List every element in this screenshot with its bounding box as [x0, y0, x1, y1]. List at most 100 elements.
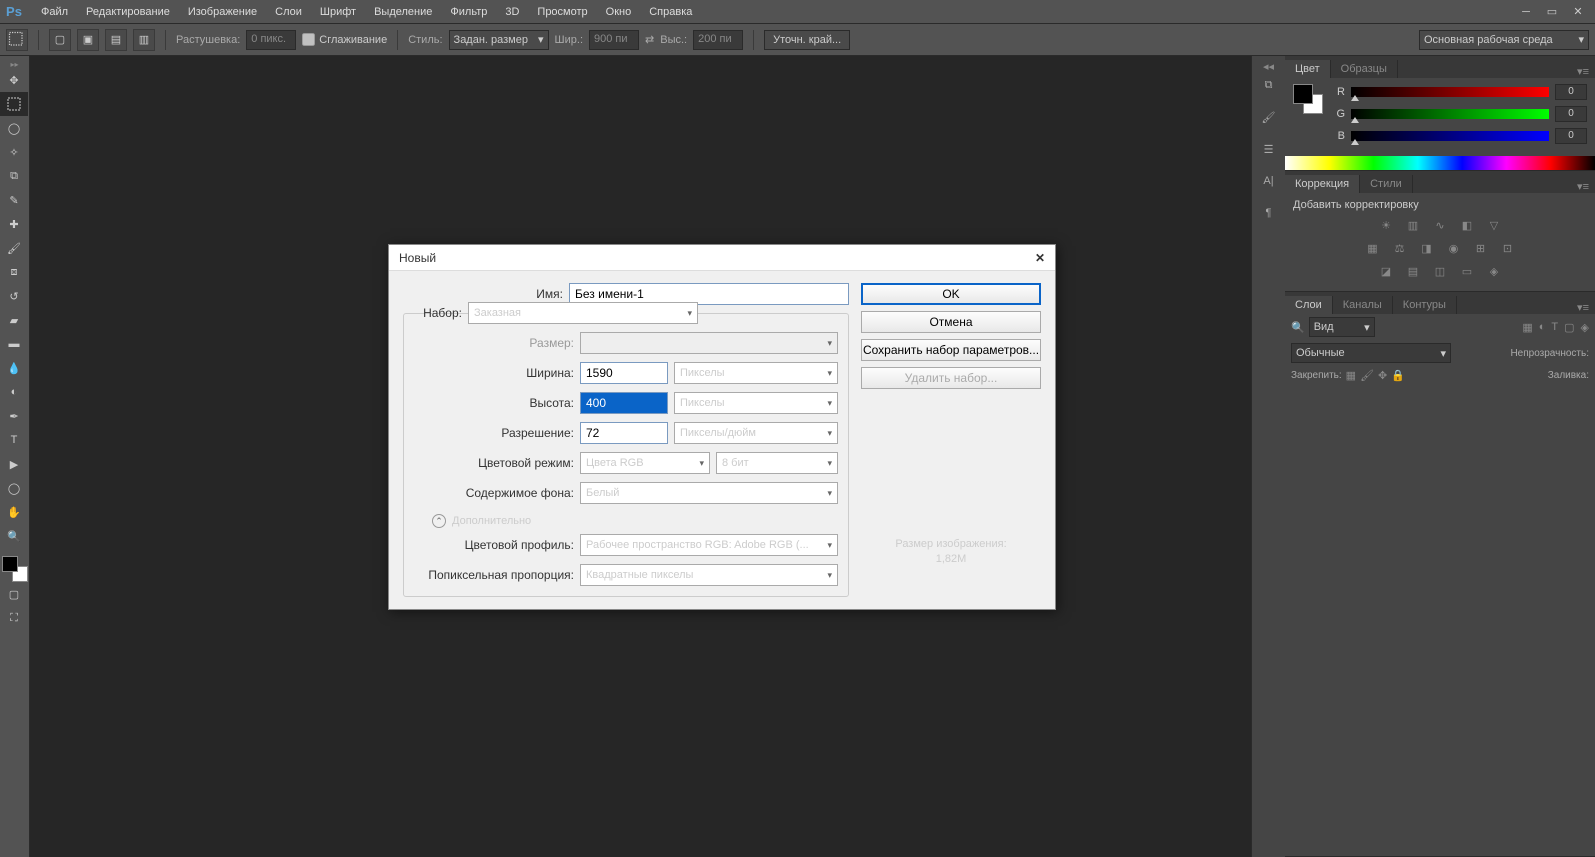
menu-3d[interactable]: 3D: [496, 0, 528, 23]
filter-kind-select[interactable]: Вид▾: [1309, 317, 1375, 337]
preset-select[interactable]: Заказная▾: [468, 302, 698, 324]
resolution-unit-select[interactable]: Пикселы/дюйм▾: [674, 422, 838, 444]
exposure-icon[interactable]: ◧: [1457, 216, 1477, 234]
menu-file[interactable]: Файл: [32, 0, 77, 23]
tab-adjustments[interactable]: Коррекция: [1285, 175, 1360, 193]
quickmask-icon[interactable]: ▢: [0, 582, 28, 606]
channel-mixer-icon[interactable]: ⊞: [1471, 239, 1491, 257]
history-panel-icon[interactable]: ⧉: [1254, 72, 1284, 98]
zoom-tool-icon[interactable]: 🔍: [0, 524, 28, 548]
threshold-icon[interactable]: ◫: [1430, 262, 1450, 280]
minimize-icon[interactable]: ─: [1513, 3, 1539, 21]
path-select-tool-icon[interactable]: ▶: [0, 452, 28, 476]
brushes-panel-icon[interactable]: 🖌: [1254, 104, 1284, 130]
blend-mode-select[interactable]: Обычные▾: [1291, 343, 1451, 363]
add-selection-icon[interactable]: ▣: [77, 29, 99, 51]
photo-filter-icon[interactable]: ◉: [1444, 239, 1464, 257]
tab-color[interactable]: Цвет: [1285, 60, 1331, 78]
posterize-icon[interactable]: ▤: [1403, 262, 1423, 280]
hand-tool-icon[interactable]: ✋: [0, 500, 28, 524]
panel-menu-icon[interactable]: ▾≡: [1571, 180, 1595, 193]
invert-icon[interactable]: ◪: [1376, 262, 1396, 280]
save-preset-button[interactable]: Сохранить набор параметров...: [861, 339, 1041, 361]
crop-tool-icon[interactable]: ⧉: [0, 164, 28, 188]
filter-pixel-icon[interactable]: ▦: [1522, 321, 1532, 334]
stamp-tool-icon[interactable]: ⧈: [0, 260, 28, 284]
advanced-toggle[interactable]: ⌃ Дополнительно: [432, 514, 838, 528]
resolution-input[interactable]: [580, 422, 668, 444]
refine-edge-button[interactable]: Уточн. край...: [764, 30, 850, 50]
lasso-tool-icon[interactable]: ◯: [0, 116, 28, 140]
blur-tool-icon[interactable]: 💧: [0, 356, 28, 380]
height-unit-select[interactable]: Пикселы▾: [674, 392, 838, 414]
color-mode-select[interactable]: Цвета RGB▾: [580, 452, 710, 474]
menu-view[interactable]: Просмотр: [528, 0, 596, 23]
blackwhite-icon[interactable]: ◨: [1417, 239, 1437, 257]
lock-position-icon[interactable]: ✥: [1378, 369, 1387, 382]
dialog-close-icon[interactable]: ✕: [1035, 251, 1045, 265]
mini-swatches[interactable]: [1293, 84, 1323, 114]
move-tool-icon[interactable]: ✥: [0, 68, 28, 92]
pixel-aspect-select[interactable]: Квадратные пикселы▾: [580, 564, 838, 586]
drag-handle-icon[interactable]: ▸▸: [0, 60, 29, 68]
tab-styles[interactable]: Стили: [1360, 175, 1413, 193]
color-profile-select[interactable]: Рабочее пространство RGB: Adobe RGB (...…: [580, 534, 838, 556]
shape-tool-icon[interactable]: ◯: [0, 476, 28, 500]
menu-help[interactable]: Справка: [640, 0, 701, 23]
curves-icon[interactable]: ∿: [1430, 216, 1450, 234]
filter-adj-icon[interactable]: ◐: [1539, 321, 1546, 334]
menu-edit[interactable]: Редактирование: [77, 0, 179, 23]
height-input[interactable]: [580, 392, 668, 414]
new-selection-icon[interactable]: ▢: [49, 29, 71, 51]
width-input[interactable]: 900 пи: [589, 30, 639, 50]
color-lookup-icon[interactable]: ⊡: [1498, 239, 1518, 257]
r-value[interactable]: 0: [1555, 84, 1587, 100]
brush-tool-icon[interactable]: 🖌: [0, 236, 28, 260]
paragraph-panel-icon[interactable]: ¶: [1254, 200, 1284, 226]
antialias-checkbox[interactable]: [302, 33, 315, 46]
g-value[interactable]: 0: [1555, 106, 1587, 122]
b-value[interactable]: 0: [1555, 128, 1587, 144]
panel-menu-icon[interactable]: ▾≡: [1571, 65, 1595, 78]
character-panel-icon[interactable]: A|: [1254, 168, 1284, 194]
menu-select[interactable]: Выделение: [365, 0, 441, 23]
lock-transparency-icon[interactable]: ▦: [1346, 369, 1356, 382]
height-input[interactable]: 200 пи: [693, 30, 743, 50]
style-select[interactable]: Задан. размер▾: [449, 30, 549, 50]
menu-image[interactable]: Изображение: [179, 0, 266, 23]
hue-icon[interactable]: ▦: [1363, 239, 1383, 257]
panel-menu-icon[interactable]: ▾≡: [1571, 301, 1595, 314]
color-spectrum[interactable]: [1285, 156, 1595, 170]
lock-pixels-icon[interactable]: 🖌: [1360, 369, 1374, 382]
close-icon[interactable]: ✕: [1565, 3, 1591, 21]
workspace-select[interactable]: Основная рабочая среда▾: [1419, 30, 1589, 50]
maximize-icon[interactable]: ▭: [1539, 3, 1565, 21]
menu-filter[interactable]: Фильтр: [441, 0, 496, 23]
brightness-icon[interactable]: ☀: [1376, 216, 1396, 234]
subtract-selection-icon[interactable]: ▤: [105, 29, 127, 51]
feather-input[interactable]: 0 пикс.: [246, 30, 296, 50]
screenmode-icon[interactable]: ⛶: [0, 606, 28, 630]
cancel-button[interactable]: Отмена: [861, 311, 1041, 333]
width-input[interactable]: [580, 362, 668, 384]
filter-shape-icon[interactable]: ▢: [1564, 321, 1574, 334]
r-slider[interactable]: [1351, 87, 1549, 97]
pen-tool-icon[interactable]: ✒: [0, 404, 28, 428]
width-unit-select[interactable]: Пикселы▾: [674, 362, 838, 384]
eraser-tool-icon[interactable]: ▰: [0, 308, 28, 332]
gradient-tool-icon[interactable]: ▬: [0, 332, 28, 356]
menu-type[interactable]: Шрифт: [311, 0, 365, 23]
tab-layers[interactable]: Слои: [1285, 296, 1333, 314]
background-select[interactable]: Белый▾: [580, 482, 838, 504]
g-slider[interactable]: [1351, 109, 1549, 119]
tab-channels[interactable]: Каналы: [1333, 296, 1393, 314]
color-swatches[interactable]: [2, 556, 28, 582]
gradient-map-icon[interactable]: ▭: [1457, 262, 1477, 280]
menu-layer[interactable]: Слои: [266, 0, 311, 23]
intersect-selection-icon[interactable]: ▥: [133, 29, 155, 51]
filter-smart-icon[interactable]: ◈: [1581, 321, 1589, 334]
swap-wh-icon[interactable]: ⇄: [645, 33, 654, 46]
bit-depth-select[interactable]: 8 бит▾: [716, 452, 838, 474]
dialog-titlebar[interactable]: Новый ✕: [389, 245, 1055, 271]
levels-icon[interactable]: ▥: [1403, 216, 1423, 234]
